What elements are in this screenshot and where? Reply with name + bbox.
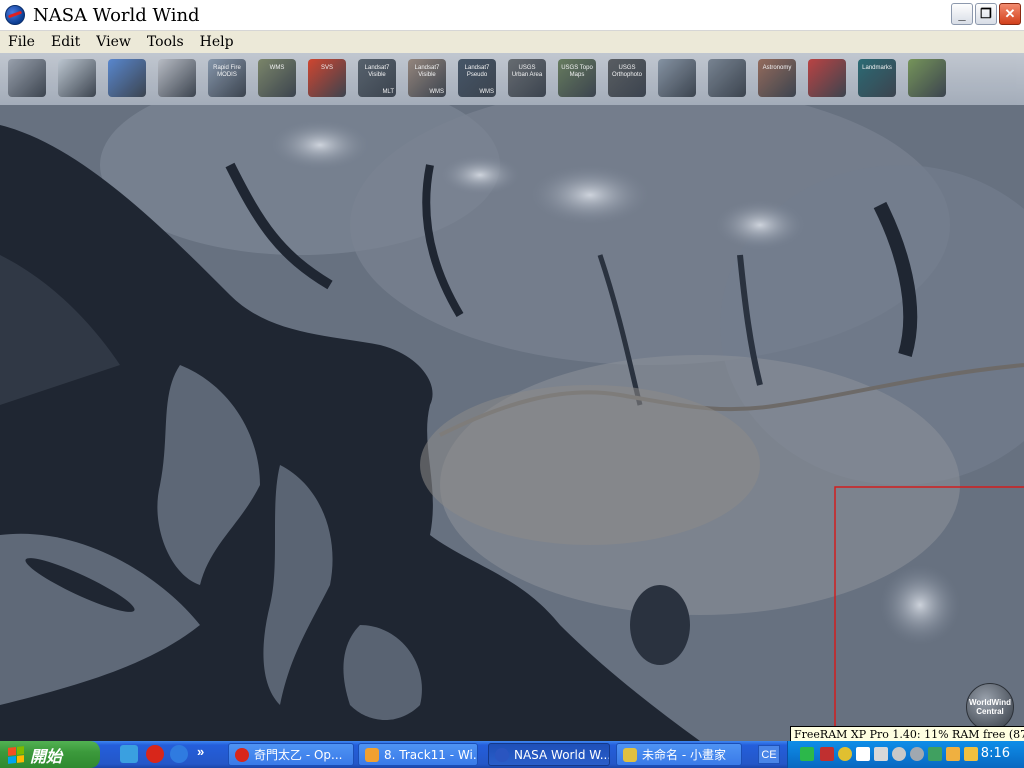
nasa-icon	[495, 747, 509, 762]
windows-logo-icon	[8, 745, 24, 764]
menu-view[interactable]: View	[88, 34, 139, 50]
opera-quicklaunch-icon[interactable]	[146, 745, 164, 763]
iss-tracker-icon[interactable]	[708, 59, 746, 97]
freeram-icon[interactable]	[874, 747, 888, 761]
monitor-icon[interactable]	[856, 747, 870, 761]
usa-map-icon[interactable]	[908, 59, 946, 97]
taskbar: 開始 » 奇門太乙 - Op... 8. Track11 - Wi... NAS…	[0, 741, 1024, 768]
maximize-button[interactable]: ❐	[975, 3, 997, 25]
paint-icon	[623, 747, 637, 762]
lat-lon-grid-icon[interactable]	[58, 59, 96, 97]
wms-browser-icon[interactable]: WMS	[258, 59, 296, 97]
tool-label: USGS Urban Area	[511, 65, 543, 78]
tool-label: SVS	[320, 65, 333, 71]
menu-file[interactable]: File	[0, 34, 43, 50]
tool-label: USGS Topo Maps	[561, 65, 593, 78]
download-arrow-icon[interactable]	[800, 747, 814, 761]
landmarks-icon[interactable]: Landmarks	[858, 59, 896, 97]
worldwind-label: WorldWind	[969, 698, 1011, 707]
tool-label: WMS	[269, 65, 285, 71]
help-icon[interactable]	[838, 747, 852, 761]
astronomy-icon[interactable]: Astronomy	[758, 59, 796, 97]
landsat-visible-icon[interactable]: Landsat7 Visible MLT	[358, 59, 396, 97]
task-label: 未命名 - 小畫家	[642, 748, 726, 762]
winamp-icon	[365, 747, 379, 762]
window-title: NASA World Wind	[33, 4, 200, 26]
task-label: 8. Track11 - Wi...	[384, 747, 478, 762]
antivirus-icon[interactable]	[820, 747, 834, 761]
title-bar: NASA World Wind _ ❐ ✕	[0, 0, 1024, 31]
close-button[interactable]: ✕	[999, 3, 1021, 25]
pencil-icon[interactable]	[964, 747, 978, 761]
landsat-pseudo-icon[interactable]: Landsat7 Pseudo WMS	[458, 59, 496, 97]
tool-label: USGS Orthophoto	[611, 65, 643, 78]
update-icon[interactable]	[928, 747, 942, 761]
layer-manager-icon[interactable]	[8, 59, 46, 97]
menu-edit[interactable]: Edit	[43, 34, 88, 50]
task-label: NASA World W...	[514, 747, 610, 762]
network-icon[interactable]	[892, 747, 906, 761]
place-finder-icon[interactable]	[158, 59, 196, 97]
clock[interactable]: 8:16	[981, 746, 1010, 761]
opera-icon	[235, 747, 249, 762]
satellite-tracker-icon[interactable]	[658, 59, 696, 97]
central-label: Central	[976, 707, 1004, 716]
hand-icon[interactable]	[946, 747, 960, 761]
usgs-urban-area-icon[interactable]: USGS Urban Area	[508, 59, 546, 97]
usgs-ortho-icon[interactable]: USGS Orthophoto	[608, 59, 646, 97]
menu-bar: File Edit View Tools Help	[0, 31, 1024, 53]
system-tray: 8:16	[787, 741, 1024, 768]
worldwind-central-logo[interactable]: WorldWind Central	[966, 683, 1014, 731]
task-label: 奇門太乙 - Op...	[254, 748, 343, 762]
tool-label: Rapid Fire MODIS	[213, 65, 241, 78]
usgs-topo-maps-icon[interactable]: USGS Topo Maps	[558, 59, 596, 97]
task-nasa-world-wind[interactable]: NASA World W...	[488, 743, 610, 766]
task-paint[interactable]: 未命名 - 小畫家	[616, 743, 742, 766]
minimize-button[interactable]: _	[951, 3, 973, 25]
tool-sublabel: MLT	[382, 89, 394, 95]
flags-icon[interactable]	[808, 59, 846, 97]
start-label: 開始	[30, 746, 63, 766]
tool-label: Landmarks	[862, 65, 892, 71]
svs-icon[interactable]: SVS	[308, 59, 346, 97]
tool-sublabel: WMS	[479, 89, 494, 95]
satellite-imagery	[0, 105, 1024, 741]
tool-label: Landsat7 Visible	[364, 65, 390, 78]
rapid-fire-modis-icon[interactable]: Rapid Fire MODIS	[208, 59, 246, 97]
ie-quicklaunch-icon[interactable]	[120, 745, 138, 763]
ie-globe-quicklaunch-icon[interactable]	[170, 745, 188, 763]
task-winamp[interactable]: 8. Track11 - Wi...	[358, 743, 478, 766]
quicklaunch-more-icon[interactable]: »	[197, 744, 204, 759]
language-indicator[interactable]: CE	[758, 745, 780, 764]
landsat-visible-2-icon[interactable]: Landsat7 Visible WMS	[408, 59, 446, 97]
task-opera[interactable]: 奇門太乙 - Op...	[228, 743, 354, 766]
tool-label: Landsat7 Visible	[414, 65, 440, 78]
menu-tools[interactable]: Tools	[139, 34, 192, 50]
tool-label: Landsat7 Pseudo	[464, 65, 490, 78]
globe-icon[interactable]	[108, 59, 146, 97]
map-view[interactable]: WorldWind Central	[0, 105, 1024, 741]
shield-icon[interactable]	[910, 747, 924, 761]
toolbar: Rapid Fire MODIS WMS SVS Landsat7 Visible ML…	[0, 53, 1024, 105]
nasa-logo-icon[interactable]	[5, 5, 25, 25]
menu-help[interactable]: Help	[192, 34, 242, 50]
tool-label: Astronomy	[762, 65, 792, 71]
start-button[interactable]: 開始	[0, 741, 100, 768]
tool-sublabel: WMS	[429, 89, 444, 95]
window-controls: _ ❐ ✕	[951, 3, 1021, 25]
